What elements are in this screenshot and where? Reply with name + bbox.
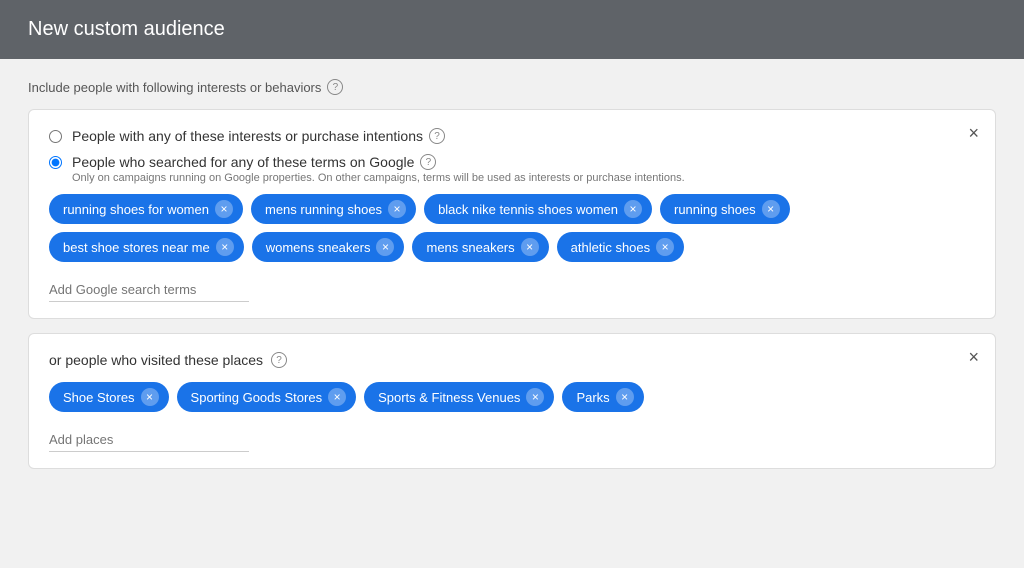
search-tag: running shoes× — [660, 194, 790, 224]
place-tag: Shoe Stores× — [49, 382, 169, 412]
search-tag: best shoe stores near me× — [49, 232, 244, 262]
place-tag: Sporting Goods Stores× — [177, 382, 357, 412]
places-card: × or people who visited these places ? S… — [28, 333, 996, 469]
search-tag: mens sneakers× — [412, 232, 548, 262]
place-tag: Sports & Fitness Venues× — [364, 382, 554, 412]
search-tag: mens running shoes× — [251, 194, 416, 224]
section-help-icon[interactable]: ? — [327, 79, 343, 95]
place-tag-remove-button[interactable]: × — [328, 388, 346, 406]
search-tag-remove-button[interactable]: × — [376, 238, 394, 256]
option1-label: People with any of these interests or pu… — [72, 128, 445, 144]
search-tag: athletic shoes× — [557, 232, 685, 262]
audience-type-card: × People with any of these interests or … — [28, 109, 996, 319]
add-places-input[interactable] — [49, 428, 249, 452]
place-tag-remove-button[interactable]: × — [141, 388, 159, 406]
card2-close-button[interactable]: × — [968, 348, 979, 366]
main-content: Include people with following interests … — [0, 59, 1024, 503]
option1-radio[interactable] — [49, 130, 62, 143]
option2-radio[interactable] — [49, 156, 62, 169]
place-tag: Parks× — [562, 382, 643, 412]
search-tag: running shoes for women× — [49, 194, 243, 224]
add-search-terms-input[interactable] — [49, 278, 249, 302]
page-header: New custom audience — [0, 0, 1024, 59]
place-tag-remove-button[interactable]: × — [616, 388, 634, 406]
search-tags-container: running shoes for women× mens running sho… — [49, 194, 975, 262]
section-label: Include people with following interests … — [28, 79, 996, 95]
page-title: New custom audience — [28, 18, 225, 40]
search-tag-remove-button[interactable]: × — [762, 200, 780, 218]
places-label: or people who visited these places ? — [49, 352, 975, 368]
search-tag: womens sneakers× — [252, 232, 405, 262]
card1-close-button[interactable]: × — [968, 124, 979, 142]
places-help-icon[interactable]: ? — [271, 352, 287, 368]
option1-row: People with any of these interests or pu… — [49, 128, 975, 144]
search-tag: black nike tennis shoes women× — [424, 194, 652, 224]
search-tag-remove-button[interactable]: × — [624, 200, 642, 218]
place-tag-remove-button[interactable]: × — [526, 388, 544, 406]
search-tag-remove-button[interactable]: × — [215, 200, 233, 218]
search-tag-remove-button[interactable]: × — [388, 200, 406, 218]
search-tag-remove-button[interactable]: × — [216, 238, 234, 256]
places-tags-container: Shoe Stores× Sporting Goods Stores×Sports… — [49, 382, 975, 412]
option2-help-icon[interactable]: ? — [420, 154, 436, 170]
option2-sublabel: Only on campaigns running on Google prop… — [72, 172, 685, 184]
option1-help-icon[interactable]: ? — [429, 128, 445, 144]
search-tag-remove-button[interactable]: × — [521, 238, 539, 256]
option2-label: People who searched for any of these ter… — [72, 154, 685, 170]
search-tag-remove-button[interactable]: × — [656, 238, 674, 256]
option2-row: People who searched for any of these ter… — [49, 154, 975, 184]
